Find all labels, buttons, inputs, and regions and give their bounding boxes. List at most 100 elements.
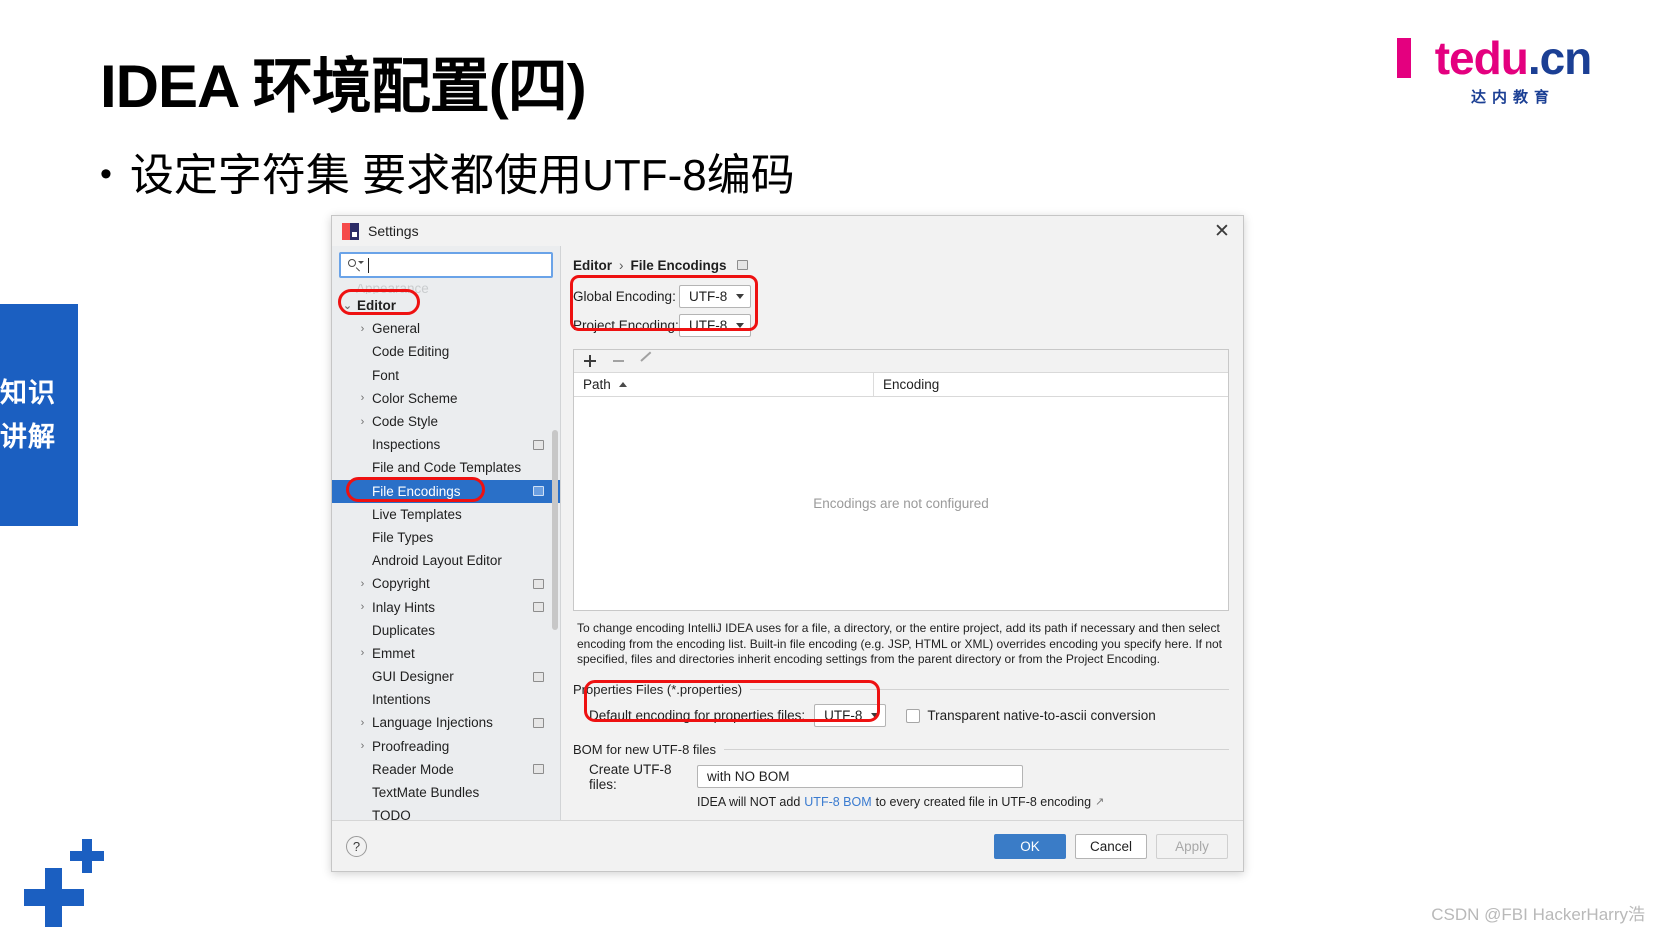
chevron-right-icon[interactable]: › — [356, 323, 369, 335]
sidebar-item-textmate-bundles[interactable]: TextMate Bundles — [332, 781, 560, 804]
add-icon[interactable] — [583, 354, 597, 368]
sidebar-item-android-layout-editor[interactable]: Android Layout Editor — [332, 549, 560, 572]
remove-icon[interactable] — [611, 354, 625, 368]
transparent-conversion-checkbox[interactable]: Transparent native-to-ascii conversion — [906, 708, 1156, 723]
nav-item-settings-badge-icon[interactable] — [533, 717, 544, 728]
default-properties-encoding-row: Default encoding for properties files: U… — [589, 704, 1229, 728]
dialog-footer: ? OK Cancel Apply — [332, 820, 1243, 871]
column-header-encoding[interactable]: Encoding — [874, 373, 1228, 396]
nav-item-settings-badge-icon[interactable] — [533, 439, 544, 450]
sidebar-item-language-injections[interactable]: › Language Injections — [332, 711, 560, 734]
tedu-logo: tedu.cn 达内教育 — [1395, 32, 1631, 112]
properties-section-body: Default encoding for properties files: U… — [573, 697, 1229, 728]
table-toolbar — [574, 350, 1228, 373]
transparent-conversion-label: Transparent native-to-ascii conversion — [927, 708, 1156, 723]
sidebar-item-label: Editor — [357, 298, 396, 314]
bullet-marker: • — [100, 155, 112, 193]
chevron-right-icon[interactable]: › — [356, 601, 369, 613]
sidebar-item-editor[interactable]: ⌄ Editor — [332, 294, 560, 317]
sidebar-item-live-templates[interactable]: Live Templates — [332, 503, 560, 526]
bullet-line: • 设定字符集 要求都使用UTF-8编码 — [100, 148, 795, 204]
project-encoding-select[interactable]: UTF-8 — [679, 314, 752, 337]
create-utf8-files-label: Create UTF-8 files: — [589, 761, 672, 792]
sidebar-item-color-scheme[interactable]: › Color Scheme — [332, 387, 560, 410]
sidebar-item-inspections[interactable]: Inspections — [332, 433, 560, 456]
sidebar-item-file-and-code-templates[interactable]: File and Code Templates — [332, 456, 560, 479]
sidebar-item-proofreading[interactable]: › Proofreading — [332, 735, 560, 758]
bom-note-link[interactable]: UTF-8 BOM — [804, 795, 871, 809]
encoding-settings-group: Global Encoding: UTF-8 Project Encoding:… — [573, 284, 1229, 342]
bom-section-title: BOM for new UTF-8 files — [573, 741, 717, 757]
logo-dot: . — [1527, 32, 1541, 84]
watermark: CSDN @FBI HackerHarry浩 — [1431, 905, 1645, 924]
chevron-right-icon[interactable]: › — [356, 740, 369, 752]
create-utf8-files-select[interactable]: with NO BOM — [697, 765, 1023, 788]
sidebar-item-reader-mode[interactable]: Reader Mode — [332, 758, 560, 781]
logo-letters-cn: cn — [1539, 32, 1593, 84]
nav-item-settings-badge-icon[interactable] — [533, 602, 544, 613]
search-input[interactable] — [339, 252, 553, 278]
ok-button[interactable]: OK — [994, 833, 1066, 859]
breadcrumb: Editor › File Encodings — [573, 256, 1229, 274]
nav-item-settings-badge-icon[interactable] — [533, 578, 544, 589]
table-header-row: Path Encoding — [574, 373, 1228, 397]
sidebar-item-label: Live Templates — [372, 506, 462, 522]
create-utf8-files-value: with NO BOM — [707, 769, 790, 784]
sidebar-item-code-style[interactable]: › Code Style — [332, 410, 560, 433]
apply-button[interactable]: Apply — [1156, 833, 1228, 859]
edit-pencil-icon[interactable] — [639, 354, 653, 368]
breadcrumb-parent[interactable]: Editor — [573, 258, 612, 273]
breadcrumb-settings-badge-icon[interactable] — [736, 260, 748, 270]
chevron-right-icon[interactable]: › — [356, 717, 369, 729]
cancel-button[interactable]: Cancel — [1075, 833, 1147, 859]
sidebar-item-general[interactable]: › General — [332, 317, 560, 340]
sidebar-item-file-encodings[interactable]: File Encodings — [332, 479, 560, 503]
sidebar-item-duplicates[interactable]: Duplicates — [332, 619, 560, 642]
default-properties-encoding-value: UTF-8 — [824, 708, 863, 723]
sidebar-item-copyright[interactable]: › Copyright — [332, 572, 560, 595]
sidebar-item-intentions[interactable]: Intentions — [332, 688, 560, 711]
sidebar-item-inlay-hints[interactable]: › Inlay Hints — [332, 595, 560, 618]
sidebar-item-gui-designer[interactable]: GUI Designer — [332, 665, 560, 688]
section-divider — [724, 748, 1229, 750]
dialog-titlebar: Settings ✕ — [332, 216, 1243, 246]
sidebar-item-label: Code Editing — [372, 344, 450, 360]
chevron-right-icon[interactable]: › — [356, 392, 369, 404]
sidebar-item-label: Language Injections — [372, 715, 493, 731]
external-link-icon[interactable]: ↗ — [1095, 795, 1104, 808]
settings-content-panel: Editor › File Encodings Global Encoding:… — [561, 246, 1243, 820]
chevron-right-icon[interactable]: › — [356, 647, 369, 659]
bom-note: IDEA will NOT add UTF-8 BOM to every cre… — [697, 795, 1229, 809]
column-header-path-label: Path — [583, 377, 611, 392]
column-header-encoding-label: Encoding — [883, 377, 940, 392]
sidebar-item-code-editing[interactable]: Code Editing — [332, 340, 560, 363]
chevron-right-icon[interactable]: › — [356, 578, 369, 590]
settings-dialog: Settings ✕ Appearance ⌄ Editor › General Cod… — [331, 215, 1244, 872]
chevron-down-icon[interactable]: ⌄ — [341, 299, 354, 312]
sidebar-item-emmet[interactable]: › Emmet — [332, 642, 560, 665]
default-properties-encoding-select[interactable]: UTF-8 — [814, 704, 887, 727]
chevron-right-icon[interactable]: › — [356, 416, 369, 428]
close-icon[interactable]: ✕ — [1207, 218, 1237, 244]
column-header-path[interactable]: Path — [574, 373, 874, 396]
nav-scrollbar-thumb[interactable] — [552, 430, 558, 630]
bom-section-title-row: BOM for new UTF-8 files — [573, 742, 1229, 757]
sort-ascending-icon — [618, 382, 627, 387]
plus-large-vertical — [45, 868, 62, 927]
nav-items-container: ⌄ Editor › General Code Editing Font › Color Sc… — [332, 294, 560, 820]
page-title: IDEA 环境配置(四) — [100, 53, 587, 120]
properties-files-section: Properties Files (*.properties) Default … — [573, 682, 1229, 728]
logo-accent-bar — [1397, 38, 1411, 78]
sidebar-item-todo[interactable]: TODO — [332, 804, 560, 820]
sidebar-item-file-types[interactable]: File Types — [332, 526, 560, 549]
global-encoding-value: UTF-8 — [689, 289, 728, 304]
nav-item-settings-badge-icon[interactable] — [533, 764, 544, 775]
logo-subtitle: 达内教育 — [1470, 89, 1555, 106]
nav-item-settings-badge-icon[interactable] — [533, 486, 544, 497]
global-encoding-select[interactable]: UTF-8 — [679, 285, 752, 308]
side-tab-label: 知识讲解 — [0, 378, 56, 452]
help-button[interactable]: ? — [346, 835, 367, 857]
dialog-title: Settings — [368, 223, 419, 239]
sidebar-item-font[interactable]: Font — [332, 364, 560, 387]
nav-item-settings-badge-icon[interactable] — [533, 671, 544, 682]
